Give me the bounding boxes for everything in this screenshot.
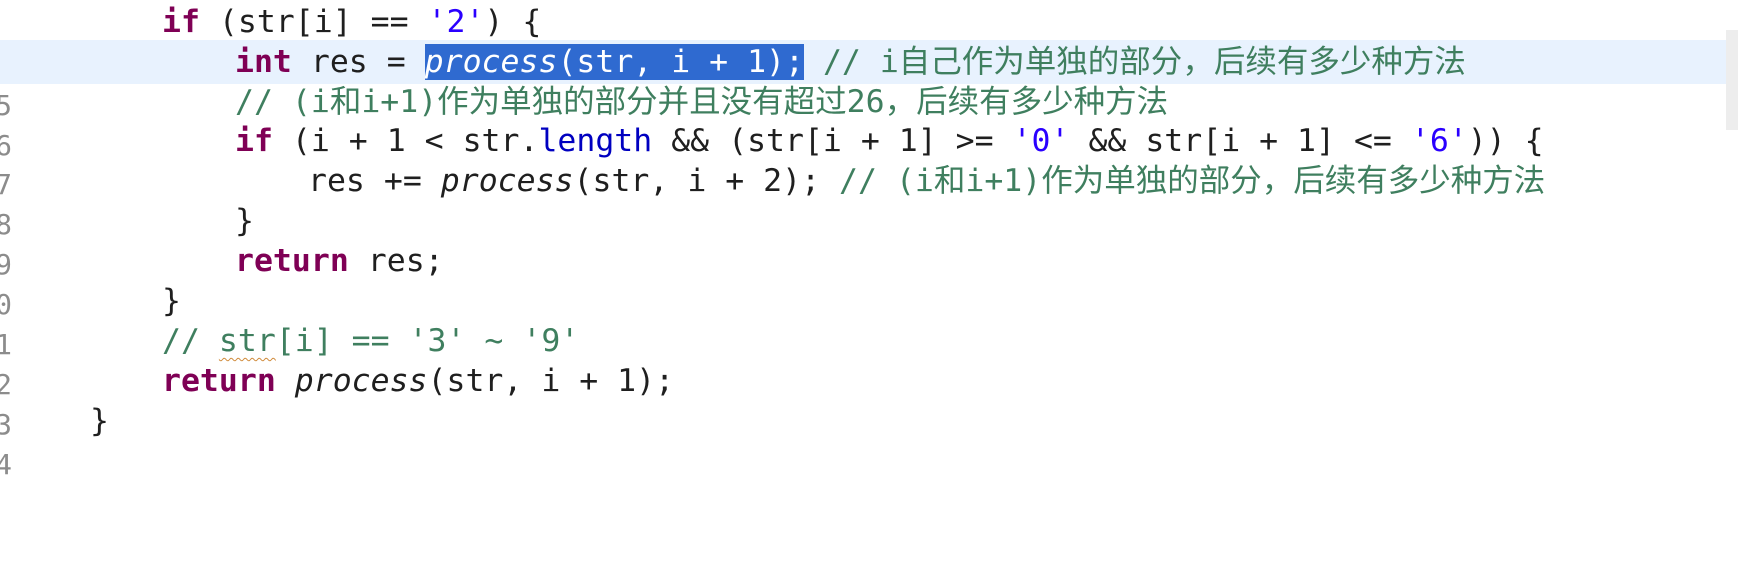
code-line[interactable]: 6 // (i和i+1)作为单独的部分并且没有超过26，后续有多少种方法 xyxy=(0,80,1738,162)
keyword-if: if xyxy=(235,123,273,159)
code-line[interactable]: 4 } xyxy=(0,399,1738,481)
keyword-return: return xyxy=(162,363,276,399)
char-literal: '6' xyxy=(1410,123,1468,159)
code-fragment: (str, i + 2); xyxy=(573,163,840,199)
code-text: res += process(str, i + 2); // (i和i+1)作为… xyxy=(308,159,1545,203)
code-fragment: && str[i + 1] <= xyxy=(1069,123,1411,159)
vertical-scrollbar[interactable] xyxy=(1726,30,1738,130)
code-text: return process(str, i + 1); xyxy=(162,359,674,403)
code-text: // (i和i+1)作为单独的部分并且没有超过26，后续有多少种方法 xyxy=(235,80,1168,124)
comment-fragment: // xyxy=(162,323,219,359)
code-text: int res = process(str, i + 1); // i自己作为单… xyxy=(235,40,1466,84)
code-comment: // (i和i+1)作为单独的部分并且没有超过26，后续有多少种方法 xyxy=(235,84,1169,120)
code-fragment xyxy=(276,363,295,399)
code-text: return res; xyxy=(235,239,444,283)
code-line[interactable]: 9 } xyxy=(0,199,1738,281)
char-literal: '2' xyxy=(427,4,485,40)
code-comment: // str[i] == '3' ~ '9' xyxy=(162,319,579,363)
code-line[interactable]: 4 if (str[i] == '2') { xyxy=(0,0,1738,82)
text-selection[interactable]: process(str, i + 1); xyxy=(424,44,804,80)
comment-fragment: [i] == '3' ~ '9' xyxy=(275,323,580,359)
closing-brace: } xyxy=(90,403,109,439)
code-line[interactable]: 7 if (i + 1 < str.length && (str[i + 1] … xyxy=(0,119,1738,201)
code-fragment: res = xyxy=(291,44,425,80)
keyword-if: if xyxy=(162,4,200,40)
code-line[interactable]: 1 } xyxy=(0,279,1738,361)
code-editor[interactable]: 4 if (str[i] == '2') { 5 int res = proce… xyxy=(0,0,1738,496)
code-comment: // (i和i+1)作为单独的部分，后续有多少种方法 xyxy=(839,163,1546,199)
code-fragment xyxy=(804,44,823,80)
code-text: } xyxy=(90,399,109,443)
code-fragment: (str[i] == xyxy=(199,4,428,40)
code-line[interactable]: 2 // str[i] == '3' ~ '9' xyxy=(0,319,1738,401)
code-fragment: )) { xyxy=(1467,123,1544,159)
code-fragment: && (str[i + 1] >= xyxy=(652,123,1013,159)
code-fragment: (i + 1 < str. xyxy=(272,123,539,159)
code-text: } xyxy=(235,199,254,243)
code-comment: // i自己作为单独的部分，后续有多少种方法 xyxy=(822,44,1466,80)
code-fragment: (str, i + 1); xyxy=(427,363,675,399)
code-text: if (i + 1 < str.length && (str[i + 1] >=… xyxy=(235,119,1544,163)
code-line[interactable]: 3 return process(str, i + 1); xyxy=(0,359,1738,441)
code-fragment: res; xyxy=(348,243,444,279)
code-fragment: (str, i + 1); xyxy=(557,44,804,80)
keyword-return: return xyxy=(235,243,349,279)
closing-brace: } xyxy=(162,283,181,319)
line-number: 4 xyxy=(0,448,12,481)
code-line[interactable]: 8 res += process(str, i + 2); // (i和i+1)… xyxy=(0,159,1738,241)
code-line[interactable]: 0 return res; xyxy=(0,239,1738,321)
code-text: } xyxy=(162,279,181,323)
char-literal: '0' xyxy=(1012,123,1070,159)
code-text: if (str[i] == '2') { xyxy=(162,0,541,44)
code-fragment: ) { xyxy=(484,4,542,40)
field-length: length xyxy=(538,123,653,159)
code-fragment: res += xyxy=(308,163,441,199)
method-call-process: process xyxy=(424,44,558,80)
closing-brace: } xyxy=(235,203,254,239)
method-call-process: process xyxy=(440,163,574,199)
keyword-int: int xyxy=(235,44,292,80)
method-call-process: process xyxy=(294,363,428,399)
current-code-line[interactable]: 5 int res = process(str, i + 1); // i自己作… xyxy=(0,40,1738,122)
spelling-flag: str xyxy=(218,323,276,359)
